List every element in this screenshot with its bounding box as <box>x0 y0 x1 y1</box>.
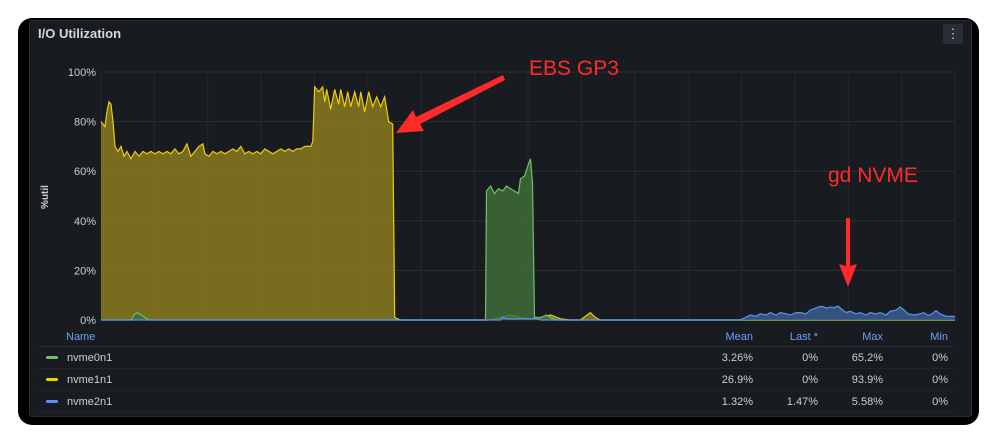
legend-row-nvme2n1[interactable]: nvme2n1 1.32% 1.47% 5.58% 0% <box>38 391 954 413</box>
y-tick-label: 80% <box>74 117 96 129</box>
legend-row-nvme0n1[interactable]: nvme0n1 3.26% 0% 65.2% 0% <box>38 347 954 369</box>
y-axis-label: %util <box>40 185 51 209</box>
annotation-arrows <box>396 75 857 287</box>
legend-header-max[interactable]: Max <box>824 331 889 343</box>
legend-min: 0% <box>932 351 948 364</box>
arrow-ebs <box>396 75 505 133</box>
y-tick-label: 20% <box>74 265 96 277</box>
legend-header-last[interactable]: Last * <box>759 331 824 343</box>
legend-max: 93.9% <box>851 373 883 386</box>
legend-header-mean[interactable]: Mean <box>673 331 759 343</box>
legend-series-name: nvme1n1 <box>38 374 673 386</box>
legend-swatch <box>46 400 58 403</box>
legend-last: 0% <box>802 351 818 364</box>
legend-swatch <box>46 378 58 381</box>
legend-header-min[interactable]: Min <box>889 331 954 343</box>
legend-series-name: nvme0n1 <box>38 352 673 364</box>
y-tick-label: 60% <box>74 166 96 178</box>
legend-swatch <box>46 356 58 359</box>
legend-header-name[interactable]: Name <box>38 331 673 343</box>
annotation-gd-nvme: gd NVME <box>828 164 918 187</box>
legend-mean: 26.9% <box>721 373 753 386</box>
y-tick-label: 0% <box>80 315 96 327</box>
legend-mean: 3.26% <box>721 351 753 364</box>
legend-label: nvme1n1 <box>67 373 113 386</box>
legend-table: Name Mean Last * Max Min nvme0n1 3.26% 0… <box>38 328 954 413</box>
legend-max: 65.2% <box>851 351 883 364</box>
legend-max: 5.58% <box>851 395 883 408</box>
y-tick-label: 40% <box>74 216 96 228</box>
arrow-nvme <box>839 218 857 287</box>
legend-min: 0% <box>932 373 948 386</box>
y-tick-label: 100% <box>68 67 96 79</box>
legend-header: Name Mean Last * Max Min <box>38 328 954 347</box>
legend-mean: 1.32% <box>721 395 753 408</box>
legend-min: 0% <box>932 395 948 408</box>
legend-label: nvme2n1 <box>67 395 113 408</box>
annotation-ebs-gp3: EBS GP3 <box>529 57 619 80</box>
legend-last: 0% <box>802 373 818 386</box>
legend-last: 1.47% <box>786 395 818 408</box>
y-axis-ticks: 0% 20% 40% 60% 80% 100% <box>68 67 96 327</box>
legend-row-nvme1n1[interactable]: nvme1n1 26.9% 0% 93.9% 0% <box>38 369 954 391</box>
legend-label: nvme0n1 <box>67 351 113 364</box>
legend-series-name: nvme2n1 <box>38 396 673 408</box>
